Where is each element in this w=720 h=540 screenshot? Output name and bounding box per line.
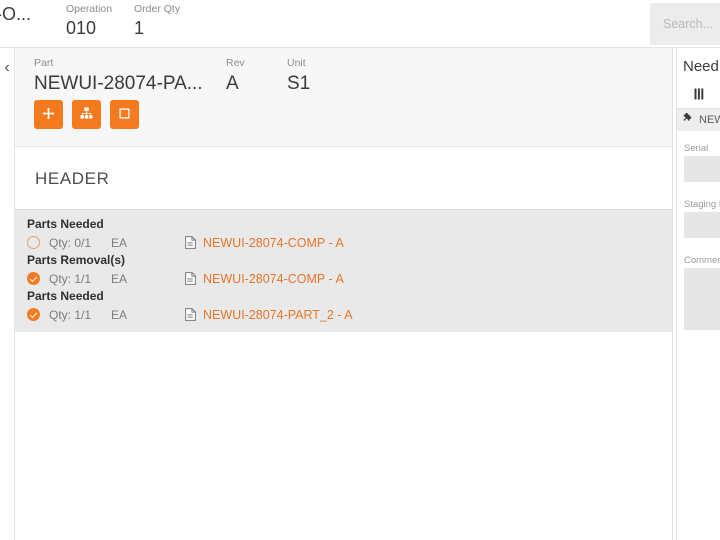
chevron-left-icon[interactable]: ‹	[0, 48, 14, 88]
part-field: Part NEWUI-28074-PA...	[34, 56, 203, 96]
parts-row-qty: Qty: 1/1	[49, 307, 92, 322]
hierarchy-icon	[80, 106, 93, 123]
right-panel-subheader-text: NEW	[699, 114, 720, 126]
parts-row-uom: EA	[111, 235, 128, 250]
chevron-left-glyph: ‹	[4, 59, 10, 76]
staging-location-field-group: Staging L	[684, 198, 720, 238]
order-qty-label: Order Qty	[134, 3, 181, 15]
document-icon[interactable]	[185, 236, 203, 249]
unit-field: Unit S1	[287, 56, 310, 96]
move-button[interactable]	[34, 100, 63, 129]
operation-value: 010	[66, 18, 97, 38]
staging-location-label: Staging L	[684, 199, 720, 210]
part-value: NEWUI-28074-PA...	[34, 73, 203, 94]
topbar-field-operation: Operation 010	[66, 2, 112, 40]
rev-label: Rev	[226, 57, 245, 69]
parts-group-title: Parts Removal(s)	[27, 253, 126, 267]
parts-row-qty: Qty: 1/1	[49, 271, 92, 286]
topbar-field-order-number: 4-O...	[0, 2, 31, 26]
check-glyph	[29, 309, 38, 318]
stop-square-icon	[118, 107, 131, 123]
parts-row-part-link[interactable]: NEWUI-28074-PART_2 - A	[203, 308, 353, 322]
puzzle-piece-icon	[682, 111, 694, 129]
app-root: 4-O... Operation 010 Order Qty 1 Search.…	[0, 0, 720, 540]
header-section: HEADER	[15, 147, 672, 210]
move-icon	[42, 107, 55, 123]
serial-label: Serial	[684, 143, 709, 154]
parts-row-part-link[interactable]: NEWUI-28074-COMP - A	[203, 236, 344, 250]
parts-group-title: Parts Needed	[27, 217, 104, 231]
parts-row-part-link[interactable]: NEWUI-28074-COMP - A	[203, 272, 344, 286]
right-side-panel: Need T NEW Serial Staging L	[676, 48, 720, 540]
hierarchy-button[interactable]	[72, 100, 101, 129]
parts-list-row[interactable]: Qty: 1/1 EA NEWUI-28074-PART_2 - A	[15, 305, 672, 324]
serial-input[interactable]	[684, 156, 720, 182]
parts-group-title: Parts Needed	[27, 289, 104, 303]
parts-list-row[interactable]: Qty: 0/1 EA NEWUI-28074-COMP - A	[15, 233, 672, 252]
stop-button[interactable]	[110, 100, 139, 129]
order-qty-value: 1	[134, 18, 145, 38]
comment-field-group: Commen	[684, 254, 720, 330]
columns-icon[interactable]	[694, 87, 704, 105]
comment-label: Commen	[684, 255, 720, 266]
parts-row-qty: Qty: 0/1	[49, 235, 92, 250]
check-glyph	[29, 273, 38, 282]
part-header-block: Part NEWUI-28074-PA... Rev A Unit S1	[15, 48, 672, 147]
rev-field: Rev A	[226, 56, 245, 96]
rev-value: A	[226, 73, 239, 94]
right-panel-title: Need T	[683, 58, 720, 75]
staging-location-input[interactable]	[684, 212, 720, 238]
status-complete-icon	[27, 272, 40, 285]
order-number-value: 4-O...	[0, 4, 32, 24]
unit-label: Unit	[287, 57, 306, 69]
parts-row-uom: EA	[111, 271, 128, 286]
topbar-field-order-qty: Order Qty 1	[134, 2, 180, 40]
search-placeholder: Search...	[663, 17, 714, 31]
status-complete-icon	[27, 308, 40, 321]
part-action-buttons	[34, 100, 139, 129]
parts-list-row[interactable]: Qty: 1/1 EA NEWUI-28074-COMP - A	[15, 269, 672, 288]
status-pending-icon	[27, 236, 40, 249]
document-icon[interactable]	[185, 272, 203, 285]
right-panel-subheader: NEW	[677, 109, 720, 131]
operation-label: Operation	[66, 3, 113, 15]
parts-row-uom: EA	[111, 307, 128, 322]
part-label: Part	[34, 57, 54, 69]
unit-value: S1	[287, 73, 311, 94]
right-panel-tabbar	[677, 84, 720, 109]
serial-field-group: Serial	[684, 142, 720, 182]
comment-input[interactable]	[684, 268, 720, 330]
document-icon[interactable]	[185, 308, 203, 321]
main-content-card: Part NEWUI-28074-PA... Rev A Unit S1 HEA…	[14, 48, 673, 540]
header-section-title: HEADER	[35, 169, 110, 188]
parts-list: Parts Needed Qty: 0/1 EA NEWUI-28074-COMP -…	[15, 210, 672, 332]
top-bar: 4-O... Operation 010 Order Qty 1 Search.…	[0, 0, 720, 48]
search-input[interactable]: Search...	[650, 3, 720, 45]
